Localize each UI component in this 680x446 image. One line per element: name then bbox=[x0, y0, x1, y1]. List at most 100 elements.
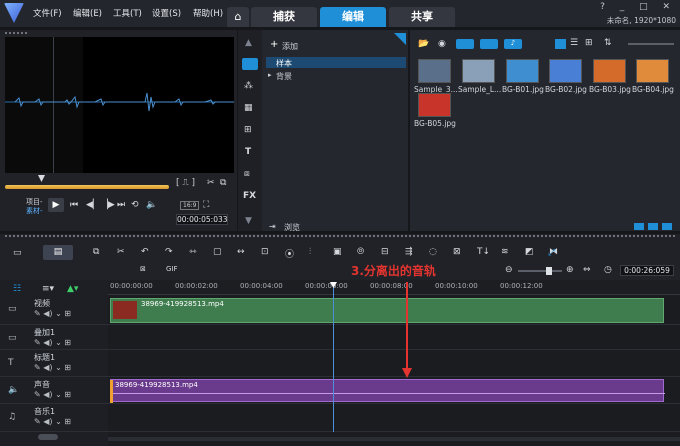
graphic-icon[interactable]: ⧈ bbox=[244, 169, 250, 179]
titles-icon[interactable]: ⊟ bbox=[381, 247, 389, 257]
timecode-display[interactable]: 00:00:05:033 bbox=[176, 214, 228, 225]
snapshot-icon[interactable]: ⊡ bbox=[261, 247, 269, 257]
panel-toggle-icon[interactable] bbox=[634, 223, 644, 230]
track-controls[interactable]: ✎ ◀) ⌄ ⊞ bbox=[34, 417, 71, 426]
clip-trim-handle[interactable] bbox=[110, 380, 113, 403]
mode-clip-label[interactable]: 素材- bbox=[26, 206, 43, 216]
menu-settings[interactable]: 设置(S) bbox=[152, 7, 181, 19]
split-icon[interactable]: ✂ bbox=[117, 247, 125, 257]
add-icon[interactable]: + bbox=[270, 39, 278, 50]
copy-icon[interactable]: ⧉ bbox=[220, 178, 226, 188]
timeline-view-icon[interactable]: ▤ bbox=[43, 245, 73, 260]
prev-frame-icon[interactable]: ◀▏ bbox=[86, 200, 100, 210]
menu-file[interactable]: 文件(F) bbox=[33, 7, 62, 19]
file-item[interactable]: BG-B02.jpg bbox=[545, 59, 587, 94]
show-photo-icon[interactable] bbox=[480, 39, 498, 49]
folder-open-icon[interactable]: 📂 bbox=[418, 39, 429, 49]
file-item[interactable]: BG-B01.jpg bbox=[502, 59, 544, 94]
browse-label[interactable]: 浏览 bbox=[284, 222, 300, 233]
track-controls[interactable]: ✎ ◀) ⌄ ⊞ bbox=[34, 338, 71, 347]
tree-item-background[interactable]: ▸ 背景 bbox=[266, 70, 406, 81]
browse-icon[interactable]: ⇥ bbox=[269, 222, 276, 231]
fullscreen-icon[interactable]: ⛶ bbox=[203, 200, 209, 210]
file-item[interactable]: BG-B04.jpg bbox=[632, 59, 674, 94]
show-video-icon[interactable] bbox=[456, 39, 474, 49]
chapters-icon[interactable]: ▣ bbox=[333, 247, 342, 257]
scroll-up-icon[interactable]: ▲ bbox=[245, 38, 252, 48]
track-manager-icon[interactable]: ☷ bbox=[13, 284, 21, 294]
thumbnail-view-icon[interactable] bbox=[555, 39, 566, 49]
show-audio-icon[interactable]: ♪ bbox=[504, 39, 522, 49]
trim-icon[interactable]: ⇿ bbox=[189, 247, 197, 257]
file-item[interactable]: Sample_L... bbox=[458, 59, 501, 94]
redo-icon[interactable]: ↷ bbox=[165, 247, 173, 257]
scrub-bar[interactable] bbox=[5, 185, 169, 189]
tree-item-sample[interactable]: 样本 bbox=[266, 57, 406, 68]
zoom-slider-thumb[interactable] bbox=[546, 267, 552, 275]
audio-mix-icon[interactable]: ⫶ bbox=[309, 247, 311, 257]
tab-edit[interactable]: 编辑 bbox=[320, 7, 386, 27]
add-track-icon[interactable]: ≡▾ bbox=[42, 284, 54, 294]
panel-grip[interactable] bbox=[5, 32, 27, 34]
timecode-icon[interactable]: ◷ bbox=[604, 265, 612, 275]
timeline-playhead[interactable] bbox=[333, 282, 334, 432]
corner-expand-icon[interactable] bbox=[394, 33, 406, 45]
tab-share[interactable]: 共享 bbox=[389, 7, 455, 27]
thumb-size-slider[interactable] bbox=[628, 43, 674, 45]
menu-help[interactable]: 帮助(H) bbox=[193, 7, 223, 19]
audio-clip[interactable]: 38969-419928513.mp4 bbox=[110, 379, 665, 403]
undo-icon[interactable]: ↶ bbox=[141, 247, 149, 257]
timeline-scrollbar[interactable] bbox=[108, 437, 680, 441]
play-button[interactable]: ▶ bbox=[48, 198, 64, 212]
panel-toggle2-icon[interactable] bbox=[648, 223, 658, 230]
menu-tools[interactable]: 工具(T) bbox=[113, 7, 142, 19]
file-item[interactable]: BG-B03.jpg bbox=[589, 59, 631, 94]
gif-icon[interactable]: GIF bbox=[166, 265, 178, 273]
fx-icon[interactable]: FX bbox=[243, 191, 256, 201]
track-controls[interactable]: ✎ ◀) ⌄ ⊞ bbox=[34, 363, 71, 372]
circle-filter-icon[interactable]: ◉ bbox=[438, 39, 446, 49]
go-start-icon[interactable]: ⏮ bbox=[70, 200, 78, 210]
stretch-icon[interactable]: ↔ bbox=[237, 247, 245, 257]
panel-toggle3-icon[interactable] bbox=[662, 223, 672, 230]
subtitle-icon[interactable]: T↓ bbox=[477, 247, 490, 257]
home-icon[interactable]: ⌂ bbox=[227, 7, 249, 27]
zoom-out-icon[interactable]: ⊖ bbox=[505, 265, 513, 275]
next-frame-icon[interactable]: ▕▶ bbox=[101, 200, 115, 210]
zoom-slider[interactable] bbox=[518, 267, 562, 275]
mask-icon[interactable]: ◌ bbox=[429, 247, 437, 257]
menu-edit[interactable]: 编辑(E) bbox=[73, 7, 102, 19]
track-scrollbar[interactable] bbox=[38, 434, 58, 440]
zoom-fit-icon[interactable]: ⤢ bbox=[548, 248, 555, 258]
zoom-in-icon[interactable]: ⊕ bbox=[566, 265, 574, 275]
multicam-icon[interactable]: ≋ bbox=[501, 247, 509, 257]
instant-project-icon[interactable]: ⁂ bbox=[244, 81, 253, 91]
tab-capture[interactable]: 捕获 bbox=[251, 7, 317, 27]
timeline-grip[interactable] bbox=[5, 235, 675, 237]
list-view-icon[interactable]: ☰ bbox=[570, 38, 578, 48]
transition-icon[interactable]: ▦ bbox=[244, 103, 253, 113]
ripple-icon[interactable]: ▲▾ bbox=[67, 284, 78, 294]
volume-icon[interactable]: 🔈 bbox=[146, 200, 157, 210]
go-end-icon[interactable]: ⏭ bbox=[117, 200, 125, 210]
color-icon[interactable]: ◩ bbox=[525, 247, 534, 257]
window-controls[interactable]: ? _ □ ✕ bbox=[600, 2, 676, 12]
repeat-icon[interactable]: ⟲ bbox=[131, 200, 139, 210]
copy-icon[interactable]: ⧉ bbox=[93, 247, 99, 257]
add-folder-label[interactable]: 添加 bbox=[282, 41, 298, 52]
file-item[interactable]: Sample_3... bbox=[414, 59, 458, 94]
track-icon[interactable]: ⊠ bbox=[453, 247, 461, 257]
ab-icon[interactable]: ⊞ bbox=[244, 125, 252, 135]
motion-icon[interactable]: ⦾ bbox=[357, 247, 364, 257]
video-clip[interactable]: 38969-419928513.mp4 bbox=[110, 298, 664, 323]
trim-markers-icon[interactable]: [ ⎍ ] bbox=[176, 178, 195, 188]
record-icon[interactable]: ⦿ bbox=[285, 247, 294, 260]
track-controls[interactable]: ✎ ◀) ⌄ ⊞ bbox=[34, 390, 71, 399]
aspect-ratio-button[interactable]: 16:9 bbox=[180, 201, 200, 210]
file-item[interactable]: BG-B05.jpg bbox=[414, 93, 456, 128]
scissors-icon[interactable]: ✂ bbox=[207, 178, 215, 188]
expand-arrow-icon[interactable]: ▸ bbox=[268, 71, 272, 79]
storyboard-view-icon[interactable]: ▭ bbox=[13, 248, 22, 258]
scroll-down-icon[interactable]: ▼ bbox=[245, 216, 252, 226]
fit-project-icon[interactable]: ⇔ bbox=[583, 265, 591, 275]
